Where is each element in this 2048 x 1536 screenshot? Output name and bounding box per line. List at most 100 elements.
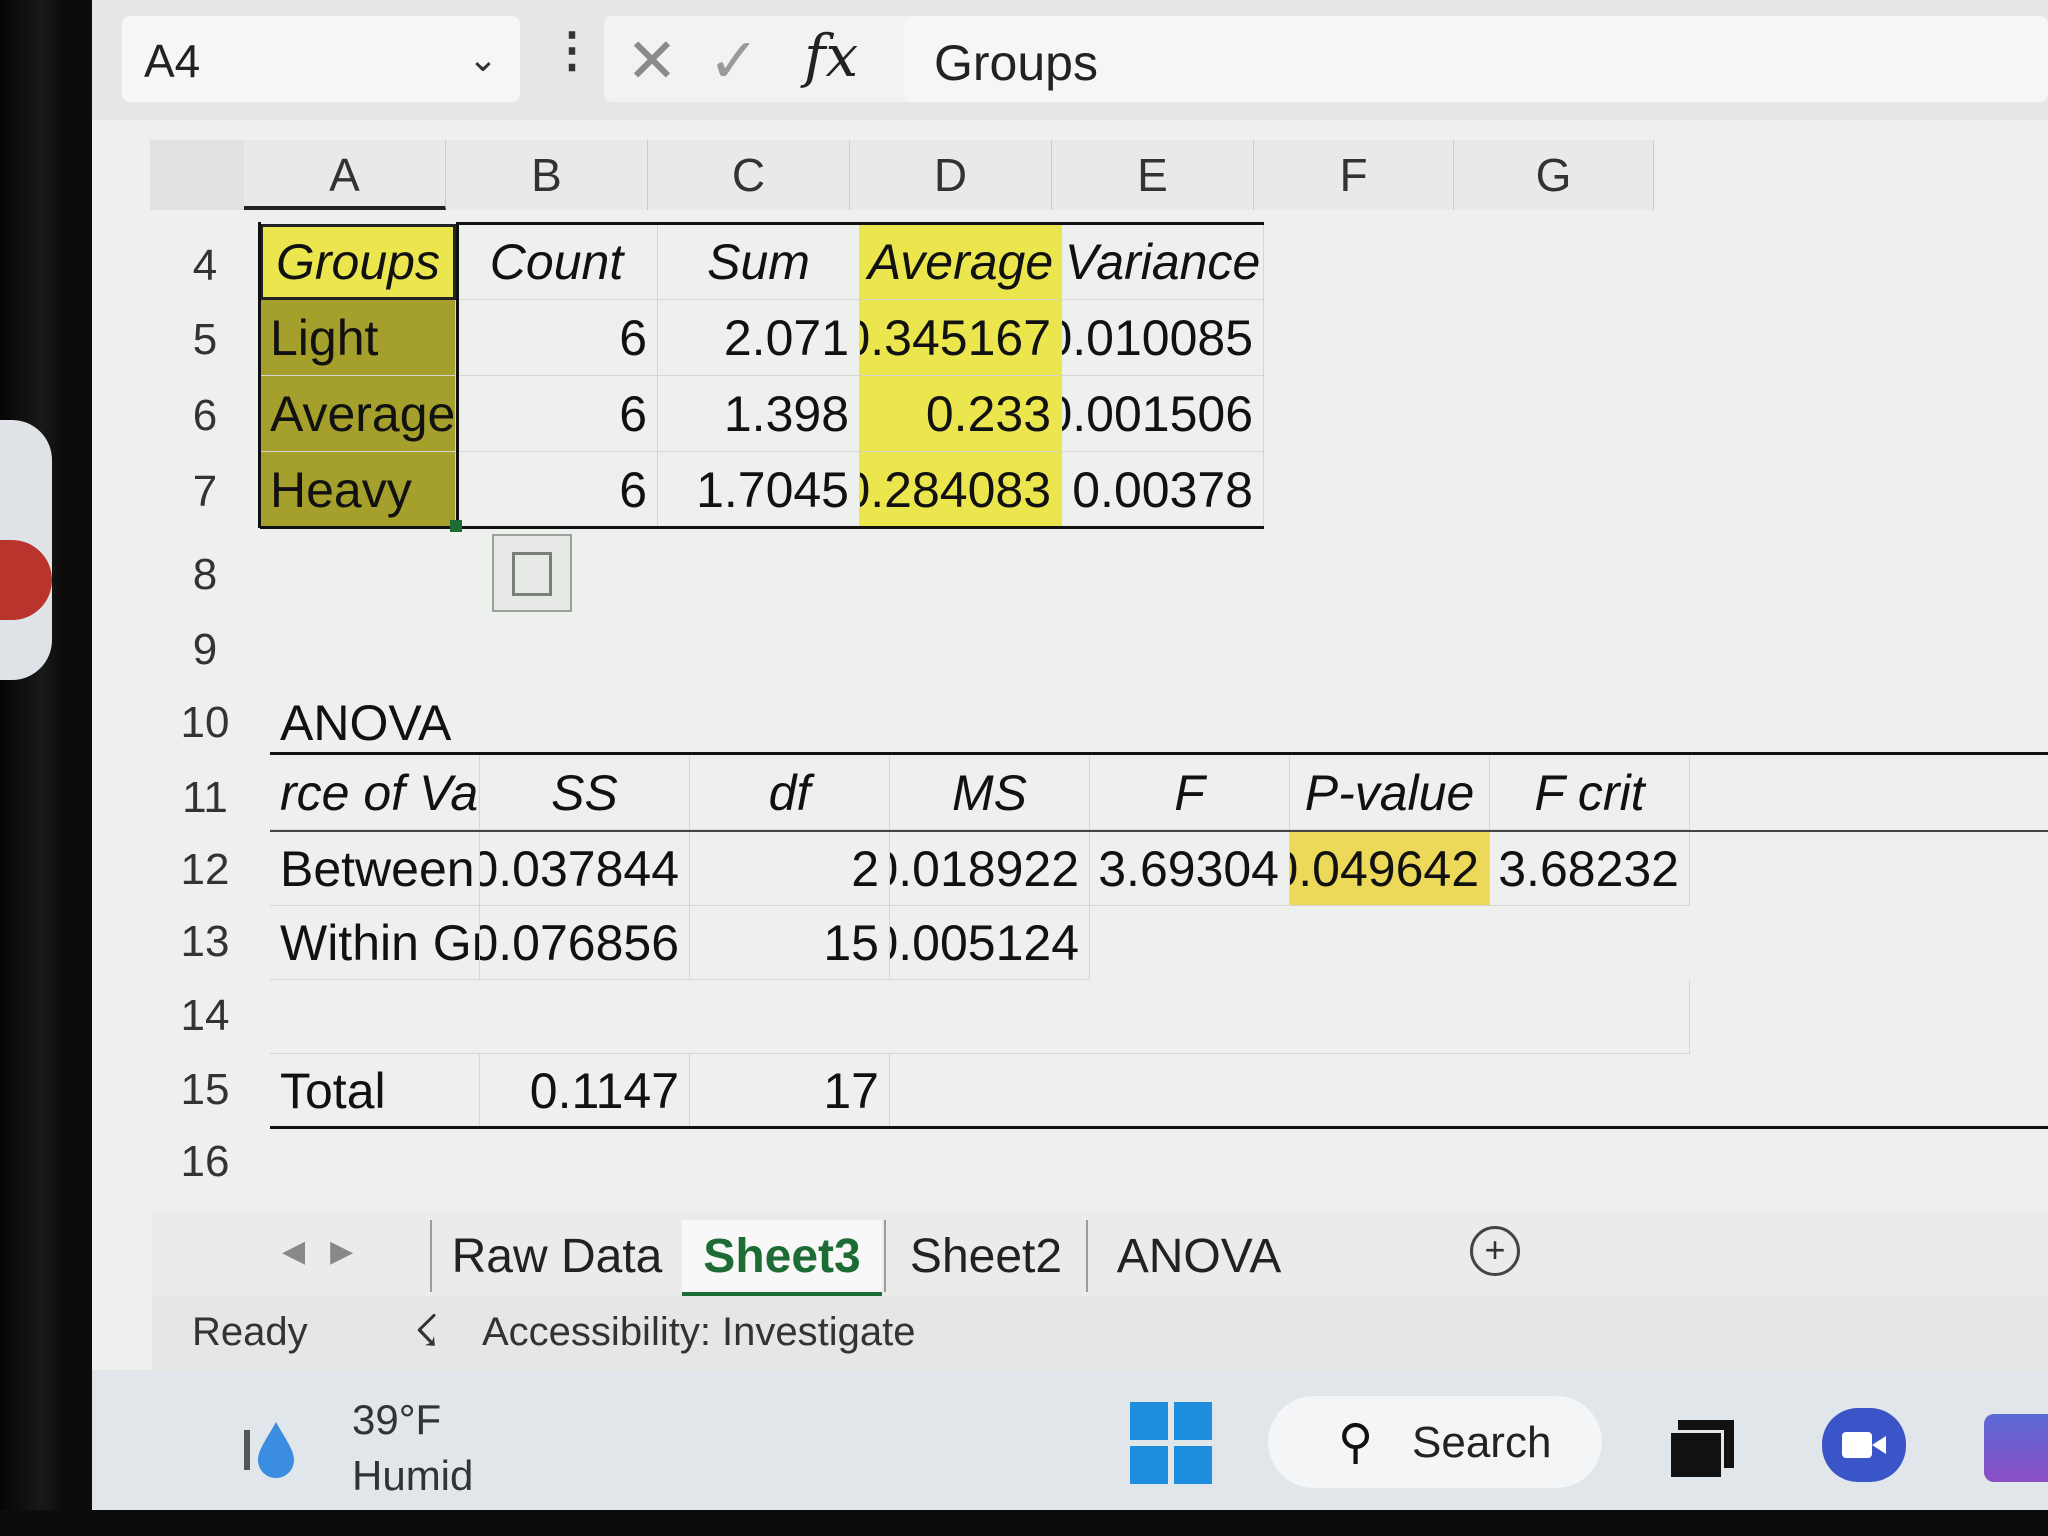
row-header-15[interactable]: 15 [150, 1060, 260, 1120]
cell-b12[interactable]: 0.037844 [480, 832, 690, 906]
close-icon[interactable]: ✕ [626, 24, 678, 97]
cell-b7[interactable]: 6 [456, 452, 658, 528]
cell-d7[interactable]: 0.284083 [860, 452, 1062, 528]
cell-e7[interactable]: 0.00378 [1062, 452, 1264, 528]
taskbar-search[interactable]: ⚲ Search [1268, 1396, 1602, 1488]
row-header-13[interactable]: 13 [150, 912, 260, 972]
row-header-9[interactable]: 9 [150, 620, 260, 680]
formula-input[interactable]: Groups [904, 16, 2048, 102]
cell-e12[interactable]: 3.69304 [1090, 832, 1290, 906]
windows-taskbar: 39°F Humid ⚲ Search [92, 1370, 2048, 1510]
row-header-14[interactable]: 14 [150, 986, 260, 1046]
cell-c13[interactable]: 15 [690, 906, 890, 980]
row-header-10[interactable]: 10 [150, 693, 260, 753]
row-header-4[interactable]: 4 [150, 236, 260, 296]
row-header-11[interactable]: 11 [150, 768, 260, 828]
cell-b4-count[interactable]: Count [456, 224, 658, 300]
cell-f12-pvalue[interactable]: 0.049642 [1290, 832, 1490, 906]
cell-a13[interactable]: Within Gro [270, 906, 480, 980]
cell-d12[interactable]: 0.018922 [890, 832, 1090, 906]
cell-d5[interactable]: 0.345167 [860, 300, 1062, 376]
row-header-8[interactable]: 8 [150, 545, 260, 605]
row-header-16[interactable]: 16 [150, 1132, 260, 1192]
cell-c15[interactable]: 17 [690, 1054, 890, 1128]
cell-a4-groups[interactable]: Groups [260, 224, 456, 300]
teams-meet-icon[interactable] [1822, 1408, 1906, 1482]
cell-f11-pvalue[interactable]: P-value [1290, 756, 1490, 830]
tab-sheet2[interactable]: Sheet2 [884, 1220, 1086, 1292]
cell-b15[interactable]: 0.1147 [480, 1054, 690, 1128]
column-header-g[interactable]: G [1454, 140, 1654, 210]
cell-e4-variance[interactable]: Variance [1062, 224, 1264, 300]
column-header-f[interactable]: F [1254, 140, 1454, 210]
paste-options-icon[interactable] [492, 534, 572, 612]
column-header-b[interactable]: B [446, 140, 648, 210]
accessibility-status[interactable]: Accessibility: Investigate [482, 1310, 916, 1355]
summary-bottom-border [260, 526, 1264, 529]
column-header-e[interactable]: E [1052, 140, 1254, 210]
cell-g12[interactable]: 3.68232 [1490, 832, 1690, 906]
cell-d6[interactable]: 0.233 [860, 376, 1062, 452]
column-header-d[interactable]: D [850, 140, 1052, 210]
cell-b11-ss[interactable]: SS [480, 756, 690, 830]
more-vertical-icon[interactable]: ⋮ [548, 22, 596, 78]
name-box-value: A4 [144, 35, 201, 87]
cell-b5[interactable]: 6 [456, 300, 658, 376]
check-icon[interactable]: ✓ [708, 24, 760, 97]
cell-a6[interactable]: Average [260, 376, 456, 452]
cell-c4-sum[interactable]: Sum [658, 224, 860, 300]
cell-a11-source[interactable]: rce of Varia [270, 756, 480, 830]
search-icon: ⚲ [1338, 1416, 1374, 1469]
cell-d13[interactable]: 0.005124 [890, 906, 1090, 980]
row-header-12[interactable]: 12 [150, 840, 260, 900]
accessibility-icon[interactable]: ☇ [414, 1306, 439, 1357]
cell-a5[interactable]: Light [260, 300, 456, 376]
windows-start-icon[interactable] [1130, 1402, 1212, 1484]
weather-humid-icon[interactable] [242, 1416, 296, 1480]
column-header-c[interactable]: C [648, 140, 850, 210]
cell-d11-ms[interactable]: MS [890, 756, 1090, 830]
sheet-tab-bar: ◀ ▶ Raw Data Sheet3 Sheet2 ANOVA + [152, 1212, 2048, 1297]
add-sheet-icon[interactable]: + [1470, 1226, 1520, 1276]
summary-top-border [456, 222, 1264, 225]
fill-handle[interactable] [450, 520, 462, 532]
tab-anova[interactable]: ANOVA [1086, 1220, 1310, 1292]
cell-g11-fcrit[interactable]: F crit [1490, 756, 1690, 830]
name-box[interactable]: A4 ⌄ [122, 16, 520, 102]
tab-raw-data[interactable]: Raw Data [430, 1220, 682, 1292]
row-header-7[interactable]: 7 [150, 462, 260, 522]
summary-divider [456, 222, 459, 528]
weather-temperature[interactable]: 39°F [352, 1396, 441, 1444]
cell-c6[interactable]: 1.398 [658, 376, 860, 452]
cell-c5[interactable]: 2.071 [658, 300, 860, 376]
cell-e5[interactable]: 0.010085 [1062, 300, 1264, 376]
insert-function-button[interactable]: fx [804, 22, 858, 90]
tab-sheet3[interactable]: Sheet3 [682, 1220, 882, 1297]
cell-a7[interactable]: Heavy [260, 452, 456, 528]
app-icon[interactable] [1984, 1414, 2048, 1482]
formula-value: Groups [934, 35, 1098, 91]
row-14-empty[interactable] [270, 980, 1690, 1054]
scroll-tabs-icon[interactable]: ◀ ▶ [282, 1234, 353, 1269]
cell-b13[interactable]: 0.076856 [480, 906, 690, 980]
anova-bottom-border [270, 1126, 2048, 1129]
search-label: Search [1412, 1418, 1552, 1467]
chevron-down-icon[interactable]: ⌄ [468, 38, 498, 80]
cell-a10-anova[interactable]: ANOVA [270, 692, 570, 754]
weather-condition[interactable]: Humid [352, 1452, 473, 1500]
cell-c7[interactable]: 1.7045 [658, 452, 860, 528]
cell-a15[interactable]: Total [270, 1054, 480, 1128]
row-header-6[interactable]: 6 [150, 386, 260, 446]
cell-c12[interactable]: 2 [690, 832, 890, 906]
cell-e11-f[interactable]: F [1090, 756, 1290, 830]
select-all-corner[interactable] [150, 140, 244, 210]
task-view-icon[interactable] [1668, 1420, 1734, 1480]
row-header-5[interactable]: 5 [150, 310, 260, 370]
cell-a12[interactable]: Between G [270, 832, 480, 906]
cell-c11-df[interactable]: df [690, 756, 890, 830]
cell-d4-average[interactable]: Average [860, 224, 1062, 300]
cell-e6[interactable]: 0.001506 [1062, 376, 1264, 452]
cell-b6[interactable]: 6 [456, 376, 658, 452]
monitor-bezel [0, 0, 60, 1536]
column-header-a[interactable]: A [244, 140, 446, 210]
